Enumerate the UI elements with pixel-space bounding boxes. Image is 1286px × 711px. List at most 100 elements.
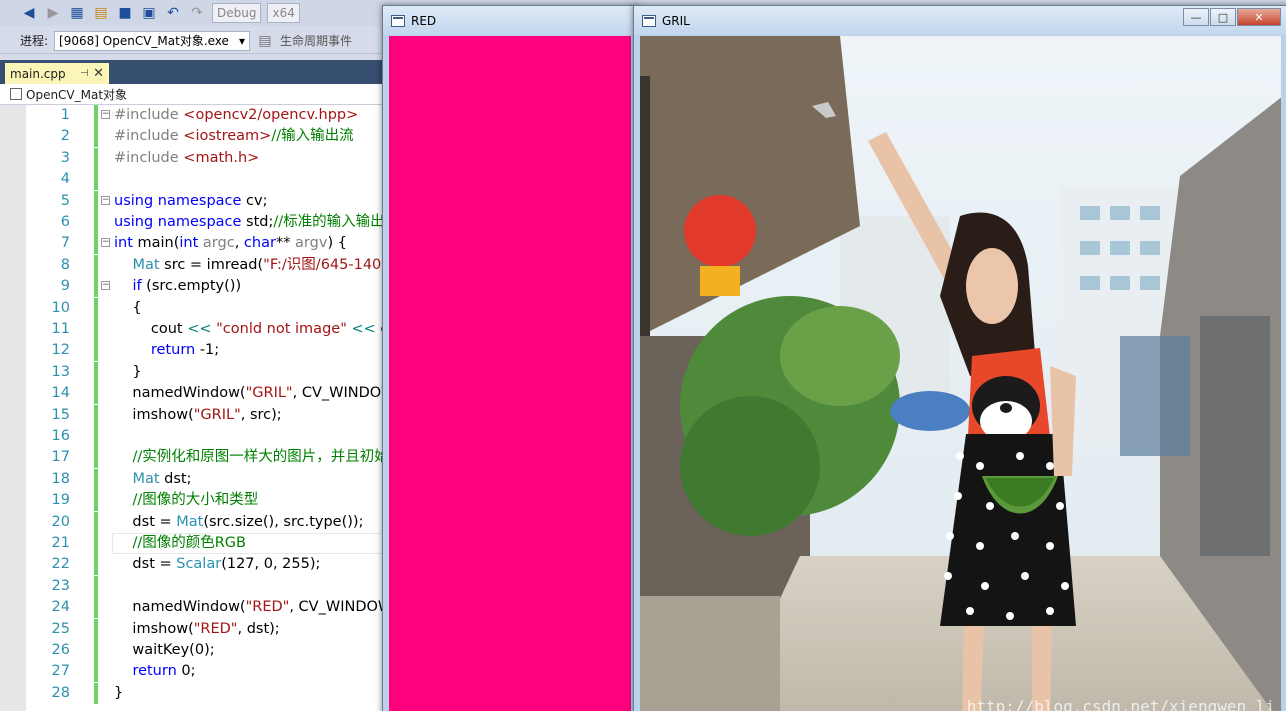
red-window-titlebar[interactable]: RED	[383, 6, 637, 35]
code-token: if	[132, 278, 142, 295]
collapse-icon[interactable]: −	[101, 281, 110, 291]
gril-window-titlebar[interactable]: GRIL — □ ✕	[634, 6, 1286, 35]
code-token: , CV_WINDOW	[289, 599, 393, 616]
code-text: namedWindow("RED", CV_WINDOW	[114, 597, 392, 618]
code-token: imshow(	[114, 620, 194, 637]
line-number: 11	[51, 321, 70, 337]
lifecycle-icon[interactable]: ▤	[256, 32, 274, 50]
code-token: cv;	[246, 192, 268, 209]
close-button[interactable]: ✕	[1237, 8, 1281, 26]
line-number: 22	[51, 556, 70, 573]
new-project-icon[interactable]: ▦	[68, 4, 86, 22]
red-image	[389, 36, 631, 711]
code-token: "GRIL"	[245, 385, 293, 402]
code-token: //标准的输入输出	[273, 214, 385, 230]
code-token: dst =	[114, 556, 177, 573]
code-token: main(	[137, 235, 180, 252]
lantern	[684, 195, 756, 267]
forward-icon[interactable]: ▶	[44, 4, 62, 22]
maximize-button[interactable]: □	[1210, 8, 1236, 26]
line-number: 19	[51, 492, 70, 509]
minimize-button[interactable]: —	[1183, 8, 1209, 26]
code-text: imshow("RED", dst);	[114, 619, 280, 640]
solution-config-combo[interactable]: Debug	[212, 3, 262, 23]
code-token: }	[114, 684, 124, 701]
red-window[interactable]: RED	[382, 5, 638, 711]
code-token: //输入输出流	[271, 128, 354, 145]
change-marker	[94, 105, 98, 126]
back-icon[interactable]: ◀	[20, 4, 38, 22]
open-file-icon[interactable]: ▤	[92, 4, 110, 22]
line-number: 9	[60, 278, 70, 295]
code-token: using namespace	[114, 214, 247, 230]
change-marker	[94, 640, 98, 661]
code-text: cout << "conld not image" << er	[114, 319, 395, 340]
code-text: }	[114, 362, 141, 383]
gril-window[interactable]: GRIL — □ ✕ http://blog.csdn.net/xiengwen…	[633, 5, 1286, 711]
save-all-icon[interactable]: ▣	[140, 4, 158, 22]
pin-icon[interactable]: ⊣	[80, 68, 89, 79]
undo-icon[interactable]: ↶	[164, 4, 182, 22]
line-number: 20	[51, 513, 70, 530]
line-number: 6	[60, 214, 70, 230]
line-number: 4	[60, 171, 70, 188]
code-text: //图像的大小和类型	[114, 490, 258, 511]
line-number: 17	[51, 449, 70, 466]
tab-label: main.cpp	[10, 66, 66, 81]
code-text: waitKey(0);	[114, 640, 214, 661]
code-token: , CV_WINDOW	[292, 385, 396, 402]
code-token: dst =	[114, 513, 177, 530]
code-token: (src.size(), src.type());	[203, 513, 364, 530]
code-text: #include <math.h>	[114, 148, 259, 169]
code-text: dst = Mat(src.size(), src.type());	[114, 512, 363, 533]
code-token: <opencv2/opencv.hpp>	[183, 107, 359, 123]
line-number: 7	[60, 235, 70, 252]
code-token: return	[150, 342, 196, 359]
chevron-down-icon: ▾	[239, 33, 246, 48]
collapse-icon[interactable]: −	[101, 195, 110, 205]
code-token: Scalar	[176, 556, 222, 573]
code-token: ,	[234, 235, 244, 252]
code-token: //图像的大小和类型	[132, 492, 259, 509]
process-value: [9068] OpenCV_Mat对象.exe	[59, 34, 229, 48]
code-token: #include	[114, 128, 184, 145]
collapse-icon[interactable]: −	[101, 238, 110, 248]
code-token: argc	[202, 235, 235, 252]
code-text: int main(int argc, char** argv) {	[114, 233, 347, 254]
code-text: using namespace std;//标准的输入输出	[114, 212, 385, 233]
change-marker	[94, 404, 98, 426]
redo-icon[interactable]: ↷	[188, 4, 206, 22]
change-marker	[94, 297, 98, 319]
change-marker	[94, 575, 98, 597]
code-token: Mat	[132, 470, 160, 487]
solution-platform-combo[interactable]: x64	[267, 3, 300, 23]
change-marker	[94, 468, 98, 490]
code-text: Mat src = imread("F:/识图/645-1400	[114, 255, 390, 276]
window-icon	[391, 14, 405, 27]
code-token: , dst);	[237, 620, 280, 637]
code-token: #include	[114, 107, 184, 123]
change-marker	[94, 554, 98, 576]
change-marker	[94, 212, 98, 233]
code-token: <<	[351, 321, 376, 337]
change-marker	[94, 597, 98, 619]
umbrella	[890, 391, 970, 431]
save-icon[interactable]: ■	[116, 4, 134, 22]
line-number: 12	[51, 342, 70, 359]
change-marker	[94, 682, 98, 704]
line-number: 3	[60, 149, 70, 166]
project-scope[interactable]: OpenCV_Mat对象	[26, 86, 127, 103]
code-token: #include	[114, 149, 184, 166]
close-icon[interactable]: ✕	[93, 66, 104, 81]
change-marker	[94, 426, 98, 447]
tab-main-cpp[interactable]: main.cpp ⊣ ✕	[5, 63, 109, 84]
code-text: //实例化和原图一样大的图片，并且初始	[114, 447, 388, 468]
lifecycle-events-button[interactable]: 生命周期事件	[280, 32, 352, 49]
collapse-icon[interactable]: −	[101, 110, 110, 119]
line-number: 27	[51, 663, 70, 680]
process-combo[interactable]: [9068] OpenCV_Mat对象.exe ▾	[54, 30, 251, 51]
red-window-title: RED	[411, 13, 437, 28]
line-number: 26	[51, 642, 70, 658]
